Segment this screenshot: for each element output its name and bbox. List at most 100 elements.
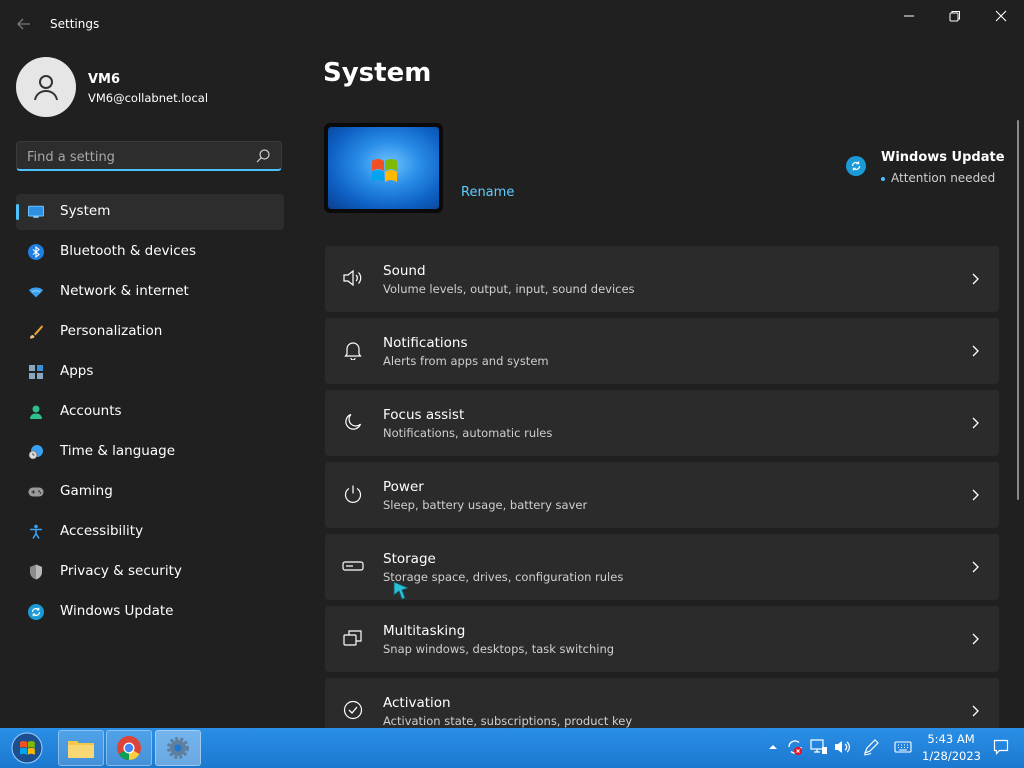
tray-pen[interactable] (862, 738, 880, 756)
rename-link[interactable]: Rename (461, 185, 514, 200)
clock-date[interactable]: 1/28/2023 (922, 749, 981, 763)
maximize-button[interactable] (932, 0, 978, 32)
accessibility-icon (28, 524, 44, 540)
setting-card-power[interactable]: Power Sleep, battery usage, battery save… (325, 462, 999, 528)
check-circle-icon (342, 699, 364, 721)
tray-overflow-button[interactable] (764, 738, 782, 756)
wifi-icon (28, 284, 44, 300)
setting-card-sound[interactable]: Sound Volume levels, output, input, soun… (325, 246, 999, 312)
taskbar-file-explorer[interactable] (58, 730, 104, 766)
cursor-icon (393, 581, 410, 600)
tray-volume[interactable] (834, 738, 852, 756)
windows-update-status-icon[interactable] (846, 156, 866, 176)
app-title: Settings (50, 17, 100, 31)
sidebar-item-system[interactable]: System (16, 194, 284, 230)
card-subtitle: Activation state, subscriptions, product… (383, 714, 633, 728)
sidebar-item-time-language[interactable]: Time & language (16, 434, 284, 470)
sidebar-item-accessibility[interactable]: Accessibility (16, 514, 284, 550)
action-center-icon (993, 739, 1009, 755)
bell-icon (342, 339, 364, 361)
setting-card-focus-assist[interactable]: Focus assist Notifications, automatic ru… (325, 390, 999, 456)
card-subtitle: Storage space, drives, configuration rul… (383, 570, 624, 584)
sidebar-item-gaming[interactable]: Gaming (16, 474, 284, 510)
card-subtitle: Sleep, battery usage, battery saver (383, 498, 588, 512)
monitor-icon (28, 204, 44, 220)
pen-icon (863, 739, 879, 756)
minimize-button[interactable] (886, 0, 932, 32)
card-title: Multitasking (383, 623, 466, 639)
power-icon (342, 483, 364, 505)
chevron-right-icon (972, 417, 979, 429)
card-title: Focus assist (383, 407, 465, 423)
sidebar-item-label: Windows Update (60, 603, 174, 619)
sidebar-nav: System Bluetooth & devices Network & int… (16, 194, 284, 634)
status-dot (881, 177, 885, 181)
scrollbar[interactable] (1017, 120, 1019, 500)
sidebar-item-network[interactable]: Network & internet (16, 274, 284, 310)
account-icon (28, 404, 44, 420)
card-subtitle: Volume levels, output, input, sound devi… (383, 282, 635, 296)
back-button[interactable] (10, 12, 38, 36)
clock-globe-icon (28, 444, 44, 460)
search-icon[interactable] (255, 148, 271, 164)
sidebar-item-label: Accessibility (60, 523, 144, 539)
sidebar-item-label: System (60, 203, 111, 219)
taskbar-settings[interactable] (155, 730, 201, 766)
chrome-icon (117, 736, 141, 760)
volume-icon (835, 741, 850, 753)
setting-card-storage[interactable]: Storage Storage space, drives, configura… (325, 534, 999, 600)
setting-card-notifications[interactable]: Notifications Alerts from apps and syste… (325, 318, 999, 384)
bluetooth-icon (28, 244, 44, 260)
sidebar-item-accounts[interactable]: Accounts (16, 394, 284, 430)
card-title: Notifications (383, 335, 468, 351)
tray-notifications[interactable] (992, 738, 1010, 756)
chevron-right-icon (972, 489, 979, 501)
title-bar: Settings (0, 0, 1024, 48)
apps-icon (28, 364, 44, 380)
tray-network[interactable] (810, 738, 828, 756)
sidebar-item-label: Bluetooth & devices (60, 243, 197, 259)
start-button[interactable] (4, 730, 50, 766)
card-title: Storage (383, 551, 436, 567)
avatar[interactable] (16, 57, 76, 117)
page-title: System (323, 58, 432, 88)
sidebar-item-personalization[interactable]: Personalization (16, 314, 284, 350)
sidebar-item-label: Time & language (60, 443, 176, 459)
tray-sync-alert[interactable] (786, 738, 804, 756)
multitask-icon (342, 627, 364, 649)
card-subtitle: Alerts from apps and system (383, 354, 549, 368)
card-title: Activation (383, 695, 451, 711)
sidebar-item-apps[interactable]: Apps (16, 354, 284, 390)
user-email: VM6@collabnet.local (88, 91, 209, 105)
minimize-icon (904, 15, 914, 17)
sync-alert-icon (788, 740, 802, 755)
moon-icon (342, 411, 364, 433)
tray-keyboard[interactable] (894, 738, 912, 756)
clock-time[interactable]: 5:43 AM (926, 732, 976, 746)
windows-update-status-text: Attention needed (891, 171, 996, 185)
sidebar-item-label: Gaming (60, 483, 113, 499)
sidebar-item-label: Personalization (60, 323, 163, 339)
sync-icon (851, 161, 861, 171)
storage-icon (342, 555, 364, 577)
close-button[interactable] (978, 0, 1024, 32)
windows-update-status-title[interactable]: Windows Update (881, 150, 1005, 165)
search-input[interactable] (27, 148, 247, 166)
keyboard-icon (894, 741, 912, 753)
card-title: Sound (383, 263, 426, 279)
chevron-up-icon (769, 745, 777, 749)
close-icon (995, 10, 1007, 22)
windows-logo-icon (372, 159, 397, 182)
taskbar-chrome[interactable] (106, 730, 152, 766)
chevron-right-icon (972, 561, 979, 573)
sidebar-item-privacy-security[interactable]: Privacy & security (16, 554, 284, 590)
sidebar-item-bluetooth[interactable]: Bluetooth & devices (16, 234, 284, 270)
sync-icon (28, 604, 44, 620)
desktop-wallpaper-thumbnail (328, 127, 439, 209)
sidebar-item-windows-update[interactable]: Windows Update (16, 594, 284, 630)
chevron-right-icon (972, 633, 979, 645)
sidebar-item-label: Privacy & security (60, 563, 182, 579)
windows-start-orb-icon (11, 732, 43, 764)
setting-card-multitasking[interactable]: Multitasking Snap windows, desktops, tas… (325, 606, 999, 672)
search-box[interactable] (16, 141, 282, 171)
